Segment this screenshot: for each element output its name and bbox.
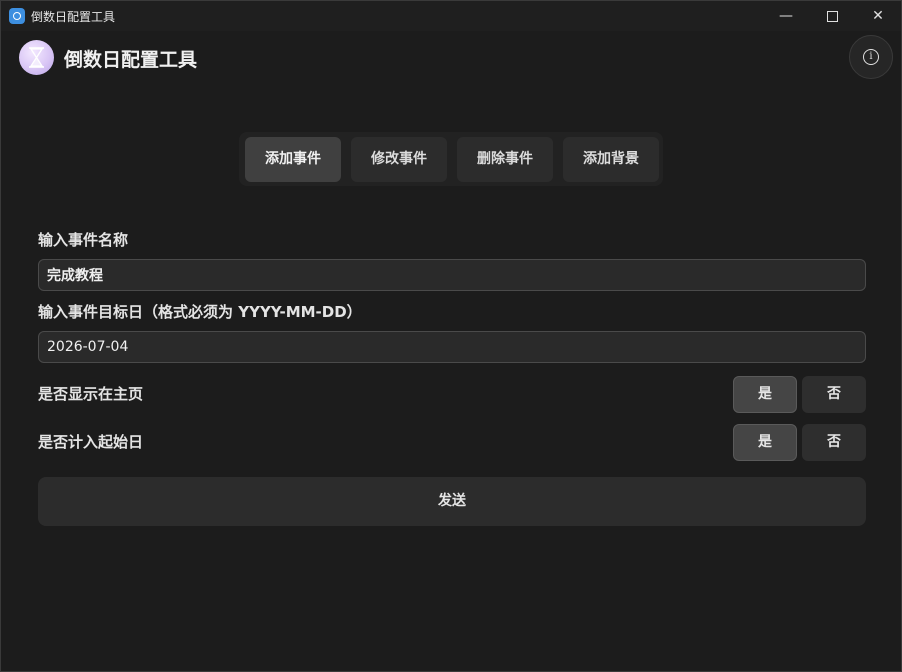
tab-bar: 添加事件 修改事件 删除事件 添加背景	[239, 132, 663, 186]
tab-edit-event[interactable]: 修改事件	[351, 137, 447, 182]
window-title: 倒数日配置工具	[31, 10, 116, 24]
title-bar: 倒数日配置工具 — ✕	[1, 1, 901, 31]
tab-add-background[interactable]: 添加背景	[563, 137, 659, 182]
count-start-no-button[interactable]: 否	[802, 424, 866, 461]
tab-delete-event[interactable]: 删除事件	[457, 137, 553, 182]
page-title: 倒数日配置工具	[64, 49, 198, 71]
tab-add-event[interactable]: 添加事件	[245, 137, 341, 182]
hourglass-icon	[19, 40, 54, 75]
app-icon	[9, 8, 25, 24]
app-window: 倒数日配置工具 — ✕ 倒数日配置工具 i 添加事件 修改事件 删除事件 添加背…	[0, 0, 902, 672]
count-start-yes-button[interactable]: 是	[733, 424, 797, 461]
count-start-label: 是否计入起始日	[38, 433, 144, 451]
maximize-button[interactable]	[809, 1, 855, 31]
maximize-icon	[826, 10, 838, 22]
info-button[interactable]: i	[849, 35, 893, 79]
show-home-label: 是否显示在主页	[38, 385, 144, 403]
event-name-input[interactable]	[38, 259, 866, 291]
event-date-label: 输入事件目标日（格式必须为 YYYY-MM-DD）	[38, 303, 362, 321]
info-icon: i	[863, 49, 879, 65]
event-name-label: 输入事件名称	[38, 231, 129, 249]
minimize-button[interactable]: —	[763, 1, 809, 31]
show-home-yes-button[interactable]: 是	[733, 376, 797, 413]
send-button[interactable]: 发送	[38, 477, 866, 526]
event-date-input[interactable]	[38, 331, 866, 363]
show-home-no-button[interactable]: 否	[802, 376, 866, 413]
close-button[interactable]: ✕	[855, 1, 901, 31]
